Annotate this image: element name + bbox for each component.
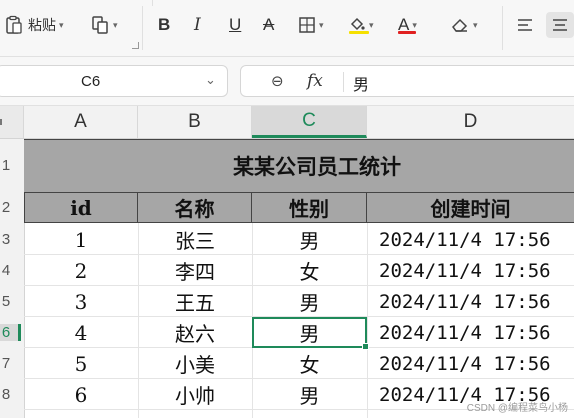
column-headers: A B C D [0, 106, 574, 139]
fill-handle[interactable] [362, 343, 369, 350]
clipboard-icon [6, 15, 22, 34]
cell-id[interactable]: 1 [24, 224, 138, 255]
cell-created[interactable]: 2024/11/4 17:56 [367, 255, 574, 286]
chevron-down-icon: ▾ [473, 19, 478, 30]
cell-gender[interactable]: 女 [252, 348, 367, 379]
cell-id[interactable]: 5 [24, 348, 138, 379]
bold-icon[interactable]: B [158, 12, 170, 38]
name-box[interactable]: C6 ⌄ [0, 65, 228, 97]
watermark: CSDN @编程菜鸟小杨 [466, 403, 568, 414]
cell-id[interactable]: 4 [24, 317, 138, 348]
align-left-icon[interactable] [516, 12, 534, 38]
cell-gender[interactable]: 男 [252, 224, 367, 255]
ribbon-divider [152, 0, 153, 6]
corner-marker-icon [0, 119, 2, 125]
copy-icon [92, 16, 108, 34]
column-header-c[interactable]: C [252, 106, 367, 138]
cell-gender[interactable]: 女 [252, 255, 367, 286]
paste-label: 粘贴 [28, 17, 56, 33]
fill-color-button[interactable]: ▾ [348, 12, 374, 38]
cell-name[interactable]: 小帅 [138, 379, 252, 410]
formula-bar: C6 ⌄ ⊖ fx 男 [0, 57, 574, 106]
column-header-a[interactable]: A [24, 106, 138, 138]
underline-icon[interactable]: U [229, 12, 241, 38]
cell-created[interactable]: 2024/11/4 17:56 [367, 224, 574, 255]
chevron-down-icon: ▾ [319, 19, 324, 30]
chevron-down-icon: ▾ [369, 19, 374, 30]
header-cell-created[interactable]: 创建时间 [367, 193, 574, 223]
cell-name[interactable]: 李四 [138, 255, 252, 286]
cell-created[interactable]: 2024/11/4 17:56 [367, 348, 574, 379]
clear-format-button[interactable]: ▾ [450, 12, 478, 38]
active-cell-selection[interactable] [252, 317, 369, 350]
fill-color-swatch [349, 31, 369, 34]
select-all-corner[interactable] [0, 106, 24, 138]
cell-name[interactable]: 赵六 [138, 317, 252, 348]
cell-name[interactable]: 张三 [138, 224, 252, 255]
header-cell-name[interactable]: 名称 [138, 193, 252, 223]
zoom-icon[interactable]: ⊖ [271, 72, 284, 90]
header-cell-id[interactable]: id [24, 193, 138, 223]
cell-created[interactable]: 2024/11/4 17:56 [367, 317, 574, 348]
formula-input[interactable]: ⊖ fx 男 [240, 65, 574, 97]
cell-gender[interactable]: 男 [252, 379, 367, 410]
formula-value: 男 [353, 77, 370, 94]
sheet-title-cell[interactable]: 某某公司员工统计 [24, 139, 574, 193]
cell-name[interactable]: 小美 [138, 348, 252, 379]
column-header-b[interactable]: B [138, 106, 252, 138]
cell-id[interactable]: 2 [24, 255, 138, 286]
chevron-down-icon: ▾ [412, 19, 417, 30]
font-color-swatch [398, 31, 416, 34]
ribbon-divider [502, 6, 503, 50]
clipboard-group-expand-icon[interactable] [132, 42, 139, 49]
border-grid-icon [299, 17, 315, 33]
formula-divider [343, 72, 344, 92]
eraser-icon [452, 18, 468, 32]
cell-name[interactable]: 王五 [138, 286, 252, 317]
format-painter-button[interactable]: ▾ [90, 12, 118, 38]
strikethrough-icon[interactable]: A [263, 12, 274, 38]
header-cell-gender[interactable]: 性别 [252, 193, 367, 223]
function-icon[interactable]: fx [307, 71, 323, 91]
cell-created[interactable]: 2024/11/4 17:56 [367, 286, 574, 317]
column-header-d[interactable]: D [367, 106, 574, 138]
italic-icon[interactable]: I [194, 12, 201, 38]
cell-gender[interactable]: 男 [252, 286, 367, 317]
chevron-down-icon: ▾ [113, 19, 118, 30]
paste-button[interactable]: 粘贴 ▾ [4, 12, 64, 38]
chevron-down-icon[interactable]: ⌄ [205, 72, 216, 88]
name-box-value: C6 [81, 73, 101, 90]
chevron-down-icon: ▾ [59, 19, 64, 30]
font-color-button[interactable]: A ▾ [398, 12, 417, 38]
borders-button[interactable]: ▾ [298, 12, 324, 38]
cell-id[interactable]: 6 [24, 379, 138, 410]
cell-id[interactable]: 3 [24, 286, 138, 317]
align-center-icon[interactable] [546, 12, 574, 38]
ribbon-toolbar: 粘贴 ▾ ▾ B I U A ▾ ▾ A ▾ ▾ [0, 0, 574, 57]
ribbon-divider [142, 6, 143, 50]
